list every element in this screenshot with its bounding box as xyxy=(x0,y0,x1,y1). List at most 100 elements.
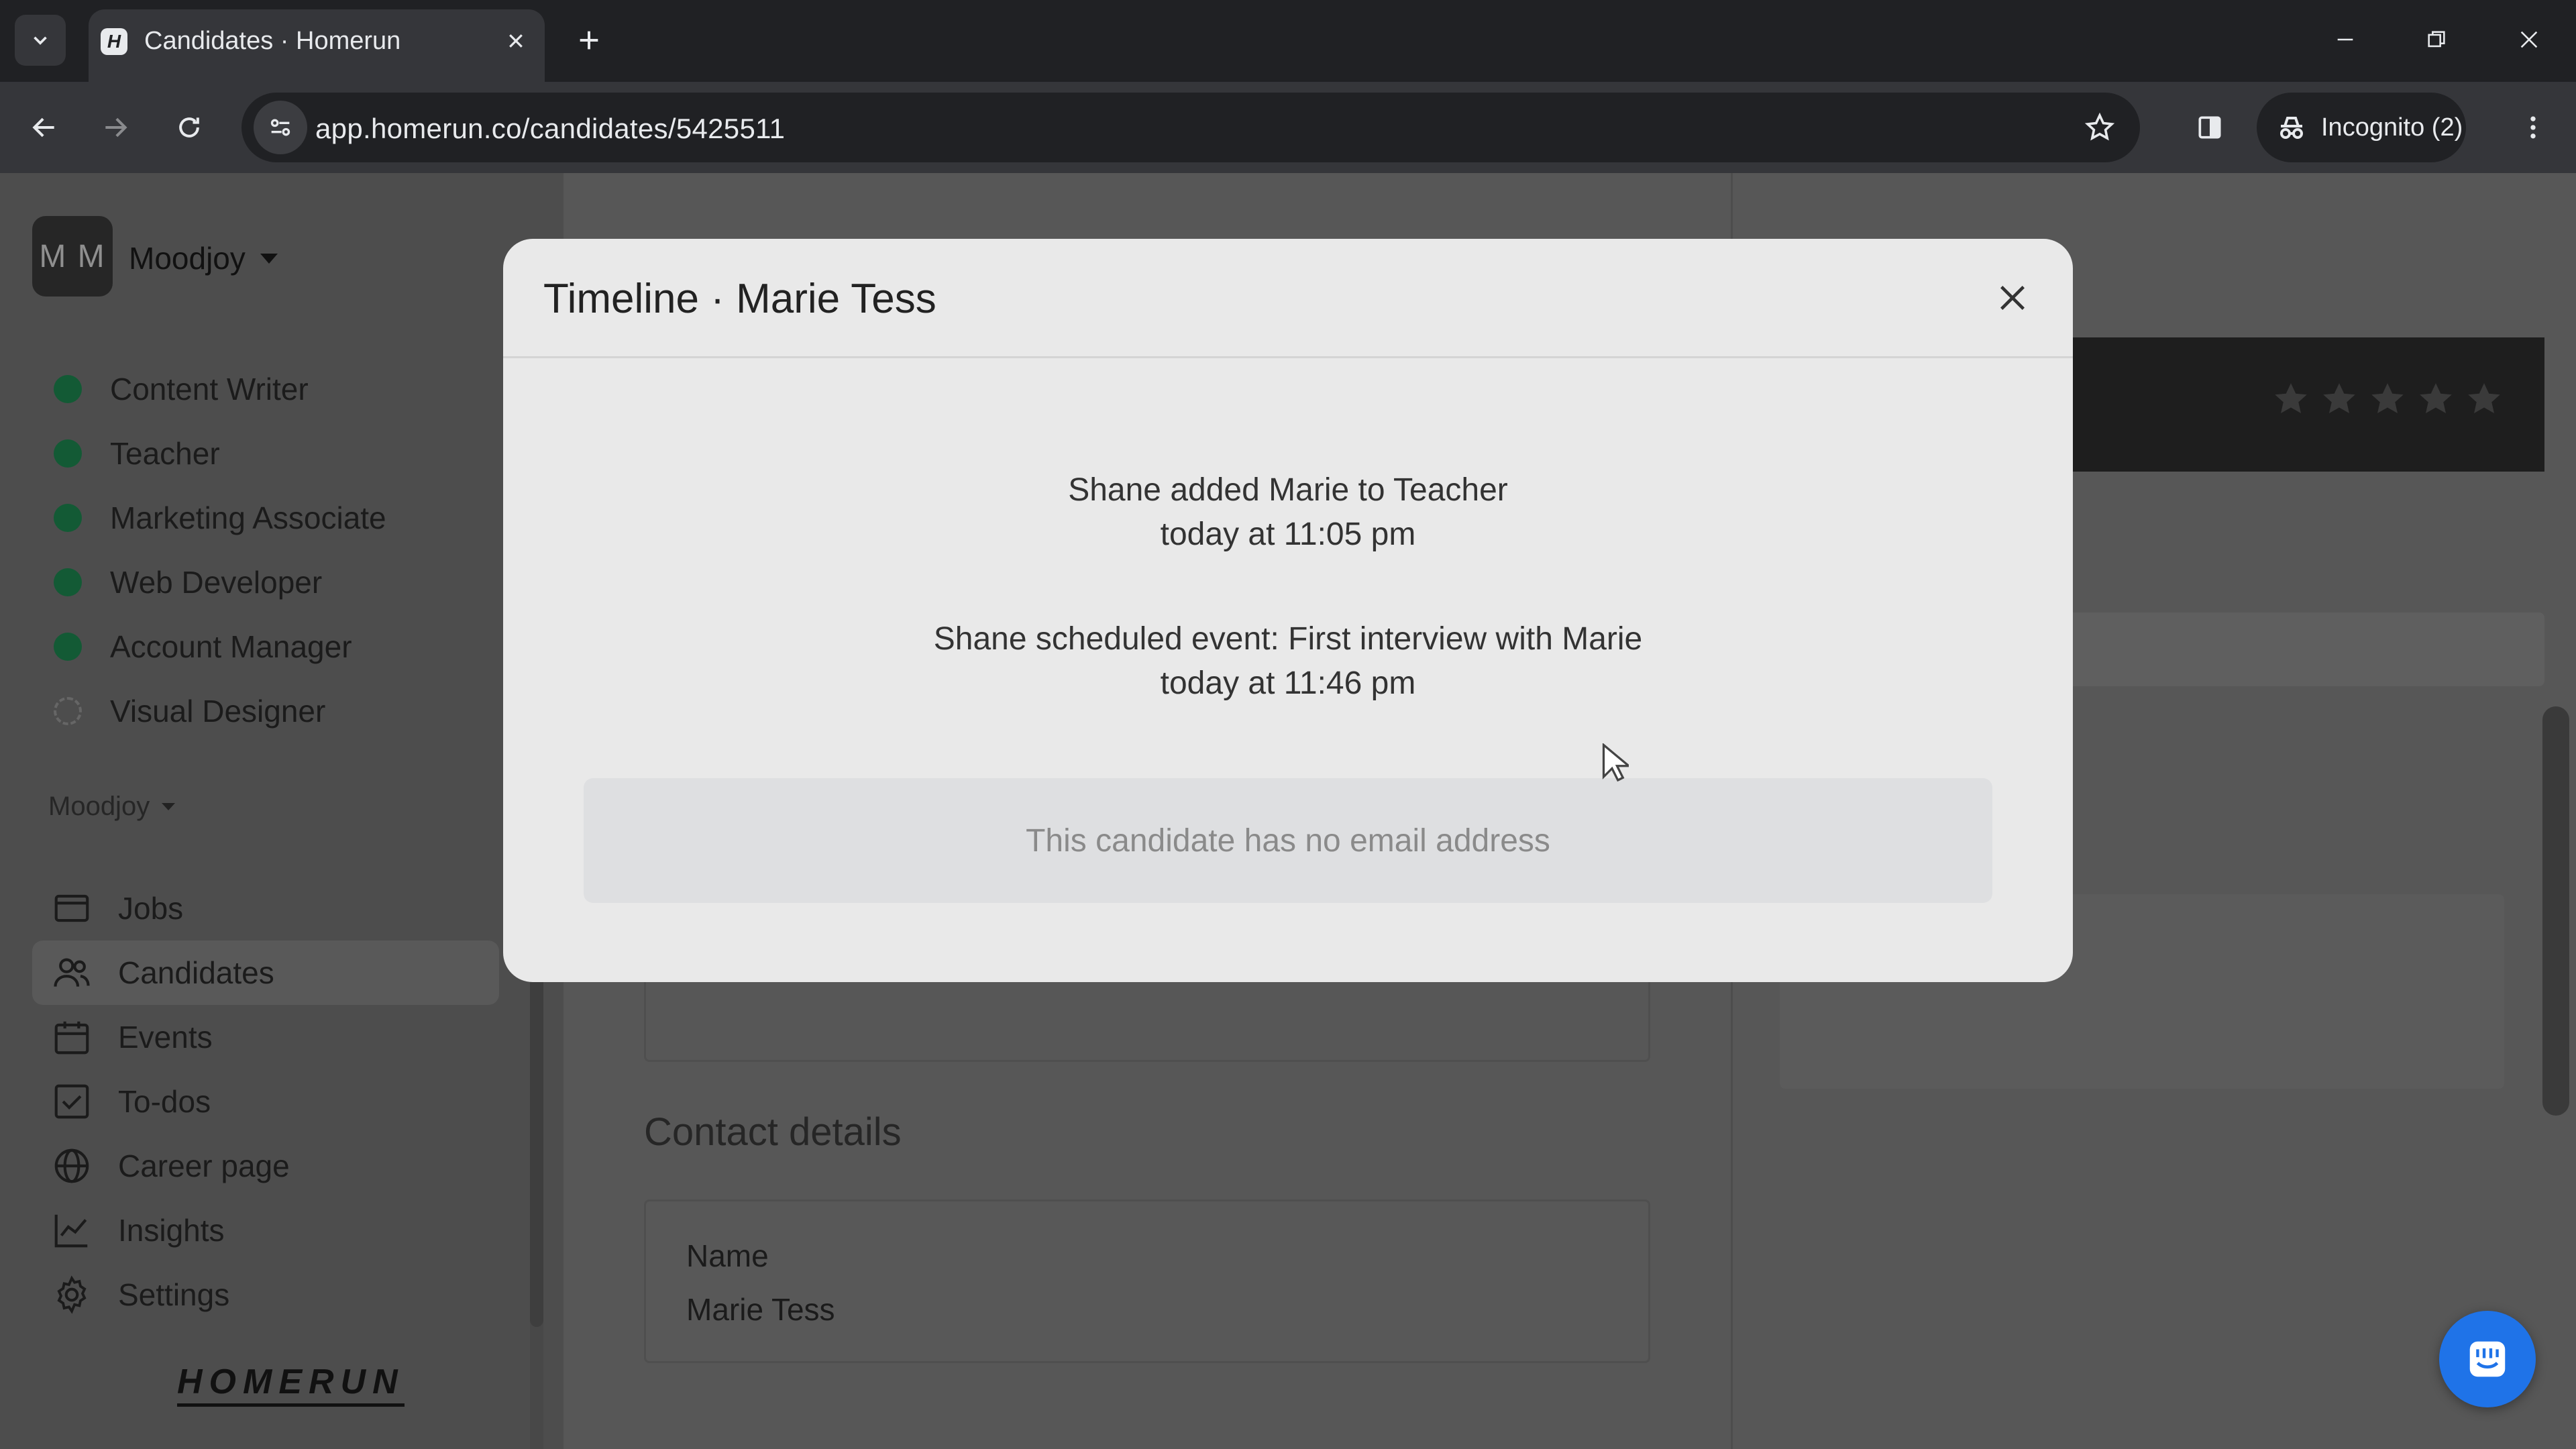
modal-close-button[interactable] xyxy=(1988,274,2037,322)
star-outline-icon xyxy=(2084,112,2115,141)
close-icon xyxy=(2000,286,2025,310)
status-dot-icon xyxy=(54,439,82,468)
star-icon[interactable] xyxy=(2464,379,2504,419)
homerun-logo: HOMERUN xyxy=(177,1362,405,1407)
nav-label: Insights xyxy=(118,1213,225,1248)
contact-name-card: Name Marie Tess xyxy=(644,1199,1650,1363)
candidate-info-card xyxy=(644,978,1650,1062)
people-icon xyxy=(51,952,93,994)
timeline-event: Shane scheduled event: First interview w… xyxy=(503,617,2073,706)
status-dot-icon xyxy=(54,375,82,403)
nav-label: Career page xyxy=(118,1148,290,1183)
tab-title: Candidates · Homerun xyxy=(144,27,401,55)
browser-menu-button[interactable] xyxy=(2508,102,2559,153)
gear-icon xyxy=(51,1274,93,1316)
sidebar-item-to-dos[interactable]: To-dos xyxy=(32,1069,499,1134)
sidebar-job-visual-designer[interactable]: Visual Designer xyxy=(54,684,325,738)
star-icon[interactable] xyxy=(2416,379,2456,419)
sidebar-item-insights[interactable]: Insights xyxy=(32,1198,499,1263)
mouse-cursor-icon xyxy=(1602,743,1629,782)
close-icon xyxy=(2520,31,2538,48)
org-switcher[interactable]: Moodjoy xyxy=(129,240,278,276)
sidebar-job-account-manager[interactable]: Account Manager xyxy=(54,620,352,674)
no-email-notice: This candidate has no email address xyxy=(584,778,1992,903)
calendar-icon xyxy=(51,1016,93,1058)
reload-icon xyxy=(179,117,199,138)
job-label: Content Writer xyxy=(110,372,309,407)
tab-close-button[interactable] xyxy=(499,24,533,58)
org-avatar[interactable]: M M xyxy=(32,216,113,297)
restore-icon xyxy=(2428,31,2445,48)
job-label: Marketing Associate xyxy=(110,500,386,535)
sidebar-job-teacher[interactable]: Teacher xyxy=(54,427,220,480)
star-rating[interactable] xyxy=(2271,379,2504,419)
more-vert-icon xyxy=(2530,116,2536,139)
arrow-right-icon xyxy=(105,117,127,138)
checkbox-icon xyxy=(51,1081,93,1122)
side-panel-button[interactable] xyxy=(2184,102,2235,153)
incognito-indicator[interactable]: Incognito (2) xyxy=(2257,93,2466,162)
reload-button[interactable] xyxy=(164,102,215,153)
sidebar-job-marketing-associate[interactable]: Marketing Associate xyxy=(54,491,386,545)
sidebar-item-settings[interactable]: Settings xyxy=(32,1263,499,1327)
timeline-event-text: Shane scheduled event: First interview w… xyxy=(933,621,1643,657)
browser-toolbar: app.homerun.co/candidates/5425511 Incogn… xyxy=(0,82,2576,173)
job-label: Web Developer xyxy=(110,565,323,600)
close-window-button[interactable] xyxy=(2502,16,2556,63)
tab-search-button[interactable] xyxy=(15,15,66,66)
new-tab-button[interactable] xyxy=(569,20,609,60)
chart-line-icon xyxy=(51,1210,93,1251)
sidebar-item-career-page[interactable]: Career page xyxy=(32,1134,499,1198)
restore-button[interactable] xyxy=(2410,16,2463,63)
sidebar-item-candidates[interactable]: Candidates xyxy=(32,941,499,1005)
draft-dot-icon xyxy=(54,697,82,725)
incognito-label: Incognito (2) xyxy=(2321,113,2463,142)
tune-icon xyxy=(270,119,290,136)
homerun-favicon-icon: H xyxy=(101,28,127,55)
arrow-left-icon xyxy=(32,117,54,138)
address-bar[interactable]: app.homerun.co/candidates/5425511 xyxy=(241,93,2140,162)
workspace-section-toggle[interactable]: Moodjoy xyxy=(48,792,176,822)
nav-label: Candidates xyxy=(118,955,274,990)
timeline-event: Shane added Marie to Teacher today at 11… xyxy=(503,468,2073,557)
status-dot-icon xyxy=(54,568,82,596)
plus-icon xyxy=(580,31,598,50)
star-icon[interactable] xyxy=(2367,379,2408,419)
bookmark-button[interactable] xyxy=(2080,107,2120,148)
nav-label: Jobs xyxy=(118,891,184,926)
name-value: Marie Tess xyxy=(686,1292,835,1327)
briefcase-icon xyxy=(51,888,93,929)
timeline-event-time: today at 11:46 pm xyxy=(1160,665,1416,701)
minimize-button[interactable] xyxy=(2318,16,2372,63)
globe-icon xyxy=(51,1145,93,1187)
page-scrollbar[interactable] xyxy=(2542,706,2569,1116)
star-icon[interactable] xyxy=(2319,379,2359,419)
status-dot-icon xyxy=(54,633,82,661)
chat-widget-button[interactable] xyxy=(2439,1311,2536,1407)
browser-tab-strip: H Candidates · Homerun xyxy=(0,0,2576,82)
sidebar-job-content-writer[interactable]: Content Writer xyxy=(54,362,309,416)
sidebar-item-events[interactable]: Events xyxy=(32,1005,499,1069)
side-panel-icon xyxy=(2198,116,2221,139)
back-button[interactable] xyxy=(19,102,70,153)
site-info-button[interactable] xyxy=(254,101,307,154)
star-icon[interactable] xyxy=(2271,379,2311,419)
section-label: Moodjoy xyxy=(48,792,150,821)
job-label: Account Manager xyxy=(110,629,352,664)
nav-label: Settings xyxy=(118,1277,230,1312)
chevron-down-icon xyxy=(34,36,47,45)
forward-button[interactable] xyxy=(90,102,141,153)
url-text[interactable]: app.homerun.co/candidates/5425511 xyxy=(315,113,785,145)
status-dot-icon xyxy=(54,504,82,532)
timeline-event-time: today at 11:05 pm xyxy=(1160,517,1416,552)
sidebar-item-jobs[interactable]: Jobs xyxy=(32,876,499,941)
nav-label: Events xyxy=(118,1020,213,1055)
sidebar-job-web-developer[interactable]: Web Developer xyxy=(54,555,322,609)
timeline-modal: Timeline · Marie Tess Shane added Marie … xyxy=(503,239,2073,982)
modal-header: Timeline · Marie Tess xyxy=(503,239,2073,358)
close-icon xyxy=(509,34,523,48)
job-label: Teacher xyxy=(110,436,220,471)
contact-details-heading: Contact details xyxy=(644,1110,902,1154)
minimize-icon xyxy=(2337,38,2353,41)
chat-icon xyxy=(2469,1341,2506,1377)
